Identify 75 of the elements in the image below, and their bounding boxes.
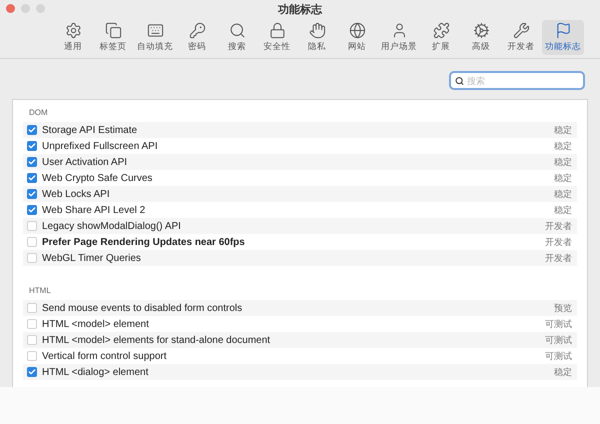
toolbar-tab[interactable]: 自动填充	[134, 20, 176, 55]
search-input[interactable]: 搜索	[467, 76, 579, 86]
key-icon	[188, 22, 206, 39]
toolbar-tab[interactable]: 搜索	[218, 20, 256, 55]
toolbar-tab[interactable]: 网站	[338, 20, 376, 55]
feature-label: Web Share API Level 2	[42, 204, 146, 216]
feature-row[interactable]: Web Locks API 稳定	[23, 186, 577, 202]
feature-label: HTML <dialog> element	[42, 366, 150, 378]
feature-label: Unprefixed Fullscreen API	[42, 140, 159, 152]
search-icon	[228, 22, 246, 39]
toolbar-tab[interactable]: 扩展	[422, 20, 460, 55]
puzzle-icon	[432, 22, 450, 39]
feature-label: WebGL Timer Queries	[42, 252, 142, 264]
status-label: 稳定	[554, 188, 572, 200]
toolbar-tab[interactable]: 功能标志	[542, 20, 584, 55]
toolbar-tab[interactable]: 标签页	[94, 20, 132, 55]
section-title: HTML	[28, 285, 52, 297]
toolbar-tab[interactable]: 通用	[54, 20, 92, 55]
feature-label: Legacy showModalDialog() API	[42, 220, 182, 232]
feature-label: Send mouse events to disabled form controls	[42, 302, 244, 314]
status-label: 开发者	[545, 220, 572, 232]
window-title: 功能标志	[278, 2, 322, 16]
feature-label: Storage API Estimate	[42, 124, 138, 136]
status-label: 稳定	[554, 140, 572, 152]
toolbar-tab[interactable]: 隐私	[298, 20, 336, 55]
feature-label: Web Locks API	[42, 188, 111, 200]
cog-icon	[472, 22, 490, 39]
checkbox[interactable]	[27, 367, 37, 377]
checkbox[interactable]	[27, 205, 37, 215]
status-label: 可测试	[545, 350, 572, 362]
feature-row[interactable]: Legacy showModalDialog() API 开发者	[23, 218, 577, 234]
status-label: 稳定	[554, 156, 572, 168]
status-label: 开发者	[545, 252, 572, 264]
wrench-icon	[512, 22, 530, 39]
status-label: 预览	[554, 302, 572, 314]
feature-label: Web Crypto Safe Curves	[42, 172, 154, 184]
feature-row[interactable]: Send mouse events to disabled form controls 预览	[23, 300, 577, 316]
feature-label: HTML <model> element	[42, 318, 150, 330]
toolbar-tab[interactable]: 高级	[462, 20, 500, 55]
hand-icon	[308, 22, 326, 39]
section-title: DOM	[28, 107, 49, 119]
feature-row[interactable]: HTML <dialog> element 稳定	[23, 364, 577, 380]
toolbar-tab[interactable]: 开发者	[502, 20, 540, 55]
feature-row[interactable]: WebGL Timer Queries 开发者	[23, 250, 577, 266]
search-icon	[455, 76, 464, 86]
checkbox[interactable]	[27, 125, 37, 135]
status-label: 开发者	[545, 236, 572, 248]
lock-icon	[268, 22, 286, 39]
close-button[interactable]	[6, 4, 15, 13]
feature-row[interactable]: User Activation API 稳定	[23, 154, 577, 170]
status-label: 稳定	[554, 366, 572, 378]
feature-label: HTML <model> elements for stand-alone document	[42, 334, 272, 346]
feature-label: Prefer Page Rendering Updates near 60fps	[42, 236, 246, 248]
feature-label: Vertical form control support	[42, 350, 168, 362]
globe-icon	[348, 22, 366, 39]
search-field[interactable]: 搜索	[449, 71, 585, 90]
gear-icon	[64, 22, 82, 39]
status-label: 可测试	[545, 318, 572, 330]
toolbar-tab[interactable]: 密码	[178, 20, 216, 55]
checkbox[interactable]	[27, 189, 37, 199]
feature-row[interactable]: Storage API Estimate 稳定	[23, 122, 577, 138]
status-label: 稳定	[554, 204, 572, 216]
checkbox[interactable]	[27, 141, 37, 151]
flag-icon	[554, 22, 572, 39]
toolbar-tab[interactable]: 安全性	[258, 20, 296, 55]
toolbar-tab[interactable]: 用户场景	[378, 20, 420, 55]
status-label: 稳定	[554, 172, 572, 184]
squares-icon	[104, 22, 122, 39]
checkbox[interactable]	[27, 173, 37, 183]
checkbox[interactable]	[27, 157, 37, 167]
feature-row[interactable]: HTML <model> elements for stand-alone document 可测试	[23, 332, 577, 348]
feature-label: User Activation API	[42, 156, 128, 168]
status-label: 稳定	[554, 124, 572, 136]
status-label: 可测试	[545, 334, 572, 346]
keyboard-icon	[146, 22, 164, 39]
